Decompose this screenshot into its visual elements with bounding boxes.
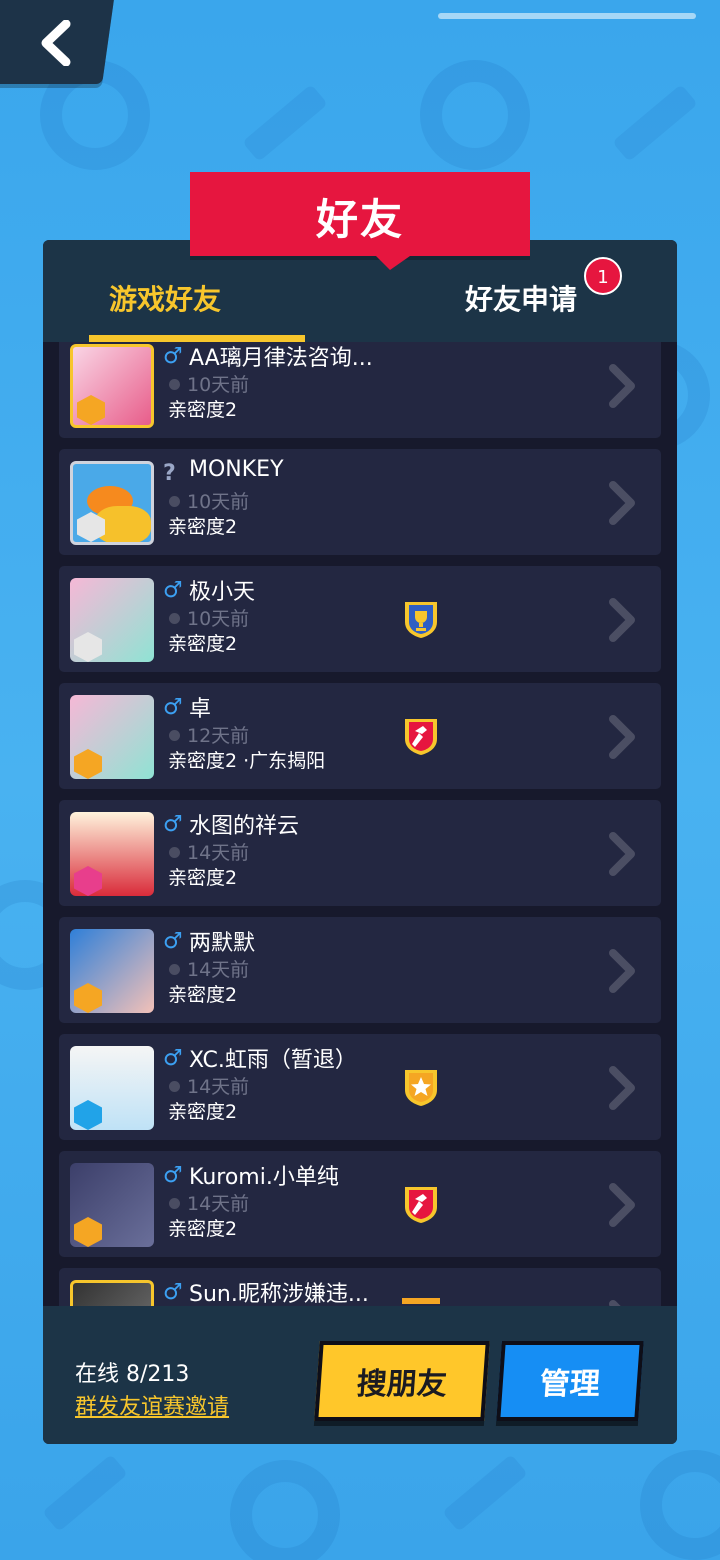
rank-badge-icon <box>77 395 105 425</box>
manage-button[interactable]: 管理 <box>496 1341 644 1421</box>
offline-status-icon <box>169 1198 180 1209</box>
chevron-right-icon[interactable] <box>607 832 637 876</box>
request-count-badge: 1 <box>584 257 622 295</box>
last-online-time: 10天前 <box>187 491 250 513</box>
last-online-time: 14天前 <box>187 1076 250 1098</box>
chevron-right-icon[interactable] <box>607 364 637 408</box>
chevron-right-icon[interactable] <box>607 1183 637 1227</box>
last-online-time: 14天前 <box>187 842 250 864</box>
chevron-right-icon[interactable] <box>607 1066 637 1110</box>
friend-row[interactable]: ♂ Kuromi.小单纯 14天前亲密度2 <box>59 1151 661 1257</box>
friends-panel: 游戏好友 好友申请 1 ♂ AA璃月律法咨询... 10天前 亲密度2? MONKEY 1… <box>43 240 677 1444</box>
friend-row[interactable]: ♂ 水图的祥云 14天前亲密度2 <box>59 800 661 906</box>
intimacy-level: 亲密度2 <box>168 399 238 421</box>
friend-row[interactable]: ♂ 极小天 10天前亲密度2 <box>59 566 661 672</box>
friend-name: 极小天 <box>189 580 256 605</box>
rank-badge-icon <box>74 749 102 779</box>
intimacy-level: 亲密度2 <box>168 1101 238 1123</box>
rank-badge-icon <box>74 1100 102 1130</box>
friend-row[interactable]: ♂ XC.虹雨（暂退） 14天前亲密度2 <box>59 1034 661 1140</box>
offline-status-icon <box>169 964 180 975</box>
friend-row[interactable]: ? MONKEY 10天前亲密度2 <box>59 449 661 555</box>
offline-status-icon <box>169 1081 180 1092</box>
rank-badge-icon <box>74 1217 102 1247</box>
maid-girl-avatar[interactable] <box>70 1046 154 1130</box>
unknown-gender-icon: ? <box>163 461 176 486</box>
rank-badge-icon <box>74 866 102 896</box>
online-count: 在线 8/213 <box>75 1362 190 1387</box>
page-title: 好友 <box>315 195 404 244</box>
friend-name: 两默默 <box>189 931 256 956</box>
tab-friend-requests[interactable]: 好友申请 <box>465 278 577 318</box>
chevron-right-icon[interactable] <box>607 949 637 993</box>
offline-status-icon <box>169 613 180 624</box>
hammer-shield-icon <box>402 1184 440 1224</box>
friend-name: 水图的祥云 <box>189 814 300 839</box>
friend-row[interactable]: ♂ Sun.昵称涉嫌违... <box>59 1268 661 1306</box>
intimacy-level: 亲密度2 ·广东揭阳 <box>168 750 326 772</box>
chevron-right-icon[interactable] <box>607 715 637 759</box>
chevron-right-icon[interactable] <box>607 598 637 642</box>
friend-row[interactable]: ♂ 两默默 14天前亲密度2 <box>59 917 661 1023</box>
batch-invite-link[interactable]: 群发友谊赛邀请 <box>75 1389 229 1421</box>
red-hair-girl-avatar[interactable] <box>70 929 154 1013</box>
trophy-shield-icon <box>402 599 440 639</box>
male-icon: ♂ <box>163 344 183 369</box>
lion-dance-avatar[interactable] <box>70 812 154 896</box>
white-hair-boy-avatar[interactable] <box>70 578 154 662</box>
last-online-time: 10天前 <box>187 608 250 630</box>
male-icon: ♂ <box>163 812 183 837</box>
title-ribbon: 好友 <box>190 172 530 270</box>
male-icon: ♂ <box>163 1280 183 1305</box>
orange-duck-avatar[interactable] <box>70 461 154 545</box>
star-shield-icon <box>402 1067 440 1107</box>
intimacy-level: 亲密度2 <box>168 984 238 1006</box>
male-icon: ♂ <box>163 1163 183 1188</box>
last-online-time: 10天前 <box>187 374 250 396</box>
intimacy-level: 亲密度2 <box>168 867 238 889</box>
intimacy-level: 亲密度2 <box>168 1218 238 1240</box>
dinosaur-avatar[interactable] <box>70 1163 154 1247</box>
offline-status-icon <box>169 496 180 507</box>
chevron-right-icon[interactable] <box>607 481 637 525</box>
male-icon: ♂ <box>163 1046 183 1071</box>
rank-badge-icon <box>74 632 102 662</box>
search-friends-label: 搜朋友 <box>355 1367 448 1402</box>
male-icon: ♂ <box>163 578 183 603</box>
friend-name: XC.虹雨（暂退） <box>189 1048 357 1073</box>
offline-status-icon <box>169 379 180 390</box>
dark-avatar[interactable] <box>70 1280 154 1306</box>
intimacy-level: 亲密度2 <box>168 516 238 538</box>
status-indicator-bar <box>438 13 696 19</box>
friend-name: 卓 <box>189 697 212 722</box>
offline-status-icon <box>169 730 180 741</box>
male-icon: ♂ <box>163 929 183 954</box>
hammer-shield-icon <box>402 716 440 756</box>
offline-status-icon <box>169 847 180 858</box>
friend-row[interactable]: ♂ AA璃月律法咨询... 10天前亲密度2 <box>59 342 661 438</box>
manage-label: 管理 <box>538 1367 601 1402</box>
last-online-time: 14天前 <box>187 959 250 981</box>
male-icon: ♂ <box>163 695 183 720</box>
friend-name: Sun.昵称涉嫌违... <box>189 1282 369 1306</box>
bald-man-avatar[interactable] <box>70 695 154 779</box>
pink-anime-girl-avatar[interactable] <box>70 344 154 428</box>
friend-list[interactable]: ♂ AA璃月律法咨询... 10天前 亲密度2? MONKEY 10天前 亲密度2 ♂ 极小天 1… <box>43 342 677 1306</box>
last-online-time: 14天前 <box>187 1193 250 1215</box>
intimacy-level: 亲密度2 <box>168 633 238 655</box>
active-tab-underline <box>89 335 305 342</box>
tab-game-friends[interactable]: 游戏好友 <box>109 278 221 318</box>
rank-badge-icon <box>74 983 102 1013</box>
last-online-time: 12天前 <box>187 725 250 747</box>
back-arrow-icon[interactable] <box>26 14 86 72</box>
footer-bar: 在线 8/213 群发友谊赛邀请 搜朋友 管理 <box>43 1306 677 1444</box>
hammer-shield-icon <box>402 1298 440 1306</box>
friend-name: AA璃月律法咨询... <box>189 346 373 371</box>
friend-name: MONKEY <box>189 457 284 482</box>
friend-row[interactable]: ♂ 卓 12天前亲密度2 ·广东揭阳 <box>59 683 661 789</box>
search-friends-button[interactable]: 搜朋友 <box>314 1341 490 1421</box>
friend-name: Kuromi.小单纯 <box>189 1165 339 1190</box>
